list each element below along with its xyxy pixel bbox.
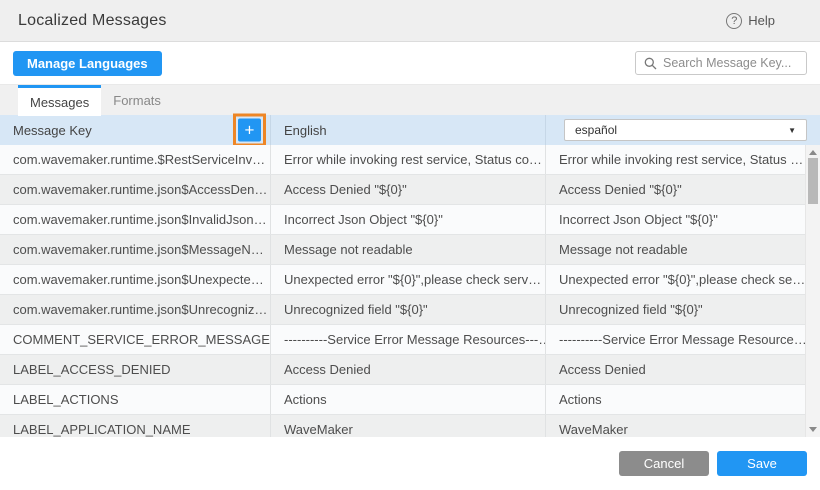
search-icon <box>644 57 657 70</box>
cell-spanish[interactable]: Access Denied "${0}" <box>545 175 820 204</box>
cell-english[interactable]: Error while invoking rest service, Statu… <box>270 145 545 174</box>
cell-spanish[interactable]: Unexpected error "${0}",please check se… <box>545 265 820 294</box>
cell-spanish[interactable]: Actions <box>545 385 820 414</box>
language-select[interactable]: español ▼ <box>564 119 807 141</box>
tab-formats[interactable]: Formats <box>101 85 173 116</box>
toolbar: Manage Languages <box>0 42 820 84</box>
table-row: com.wavemaker.runtime.json$Unrecogniz…Un… <box>0 295 820 325</box>
cell-key[interactable]: com.wavemaker.runtime.json$InvalidJson… <box>0 205 270 234</box>
messages-table-body: com.wavemaker.runtime.$RestServiceInv…Er… <box>0 145 820 437</box>
cell-key[interactable]: com.wavemaker.runtime.$RestServiceInv… <box>0 145 270 174</box>
column-header-english: English <box>270 115 545 145</box>
scroll-up-icon[interactable] <box>809 150 817 155</box>
cell-spanish[interactable]: Unrecognized field "${0}" <box>545 295 820 324</box>
table-row: COMMENT_SERVICE_ERROR_MESSAGES----------… <box>0 325 820 355</box>
cancel-button[interactable]: Cancel <box>619 451 709 476</box>
cell-key[interactable]: com.wavemaker.runtime.json$MessageN… <box>0 235 270 264</box>
cell-spanish[interactable]: Error while invoking rest service, Statu… <box>545 145 820 174</box>
cell-english[interactable]: Actions <box>270 385 545 414</box>
chevron-down-icon: ▼ <box>788 126 796 135</box>
table-row: com.wavemaker.runtime.$RestServiceInv…Er… <box>0 145 820 175</box>
cell-spanish[interactable]: Access Denied <box>545 355 820 384</box>
column-header-message-key: Message Key + <box>0 115 270 145</box>
cell-key[interactable]: COMMENT_SERVICE_ERROR_MESSAGES <box>0 325 270 354</box>
messages-grid: Message Key + English español ▼ com.wave… <box>0 115 820 437</box>
cell-key[interactable]: LABEL_ACTIONS <box>0 385 270 414</box>
add-message-button[interactable]: + <box>238 119 261 142</box>
table-row: com.wavemaker.runtime.json$Unexpecte…Une… <box>0 265 820 295</box>
table-row: LABEL_APPLICATION_NAMEWaveMakerWaveMaker <box>0 415 820 437</box>
column-header-language: español ▼ <box>545 115 820 145</box>
search-box[interactable] <box>635 51 807 75</box>
table-row: com.wavemaker.runtime.json$MessageN…Mess… <box>0 235 820 265</box>
cell-key[interactable]: com.wavemaker.runtime.json$Unrecogniz… <box>0 295 270 324</box>
tabstrip: Messages Formats <box>0 84 820 115</box>
table-row: LABEL_ACCESS_DENIEDAccess DeniedAccess D… <box>0 355 820 385</box>
dialog-footer: Cancel Save <box>0 437 820 490</box>
cell-english[interactable]: Access Denied <box>270 355 545 384</box>
tab-messages[interactable]: Messages <box>18 85 101 116</box>
page-title: Localized Messages <box>18 12 167 30</box>
cell-english[interactable]: Unrecognized field "${0}" <box>270 295 545 324</box>
table-rows: com.wavemaker.runtime.$RestServiceInv…Er… <box>0 145 820 437</box>
localized-messages-dialog: Localized Messages ? Help Manage Languag… <box>0 0 820 490</box>
save-button[interactable]: Save <box>717 451 807 476</box>
help-link[interactable]: ? Help <box>726 13 775 29</box>
table-row: com.wavemaker.runtime.json$AccessDen…Acc… <box>0 175 820 205</box>
message-key-header-label: Message Key <box>13 123 92 138</box>
cell-key[interactable]: LABEL_ACCESS_DENIED <box>0 355 270 384</box>
dialog-titlebar: Localized Messages ? Help <box>0 0 820 42</box>
table-row: com.wavemaker.runtime.json$InvalidJson…I… <box>0 205 820 235</box>
scrollbar-thumb[interactable] <box>808 158 818 204</box>
help-label: Help <box>748 13 775 28</box>
cell-spanish[interactable]: Message not readable <box>545 235 820 264</box>
cell-spanish[interactable]: Incorrect Json Object "${0}" <box>545 205 820 234</box>
grid-header: Message Key + English español ▼ <box>0 115 820 145</box>
cell-spanish[interactable]: WaveMaker <box>545 415 820 437</box>
cell-english[interactable]: Access Denied "${0}" <box>270 175 545 204</box>
cell-key[interactable]: com.wavemaker.runtime.json$Unexpecte… <box>0 265 270 294</box>
help-icon: ? <box>726 13 742 29</box>
cell-key[interactable]: LABEL_APPLICATION_NAME <box>0 415 270 437</box>
cell-spanish[interactable]: ----------Service Error Message Resource… <box>545 325 820 354</box>
search-input[interactable] <box>663 56 798 70</box>
table-row: LABEL_ACTIONSActionsActions <box>0 385 820 415</box>
language-select-value: español <box>575 123 617 137</box>
vertical-scrollbar[interactable] <box>805 145 820 437</box>
manage-languages-button[interactable]: Manage Languages <box>13 51 162 76</box>
cell-english[interactable]: Incorrect Json Object "${0}" <box>270 205 545 234</box>
cell-key[interactable]: com.wavemaker.runtime.json$AccessDen… <box>0 175 270 204</box>
scroll-down-icon[interactable] <box>809 427 817 432</box>
cell-english[interactable]: WaveMaker <box>270 415 545 437</box>
add-button-highlight: + <box>233 114 266 147</box>
cell-english[interactable]: ----------Service Error Message Resource… <box>270 325 545 354</box>
cell-english[interactable]: Unexpected error "${0}",please check ser… <box>270 265 545 294</box>
cell-english[interactable]: Message not readable <box>270 235 545 264</box>
